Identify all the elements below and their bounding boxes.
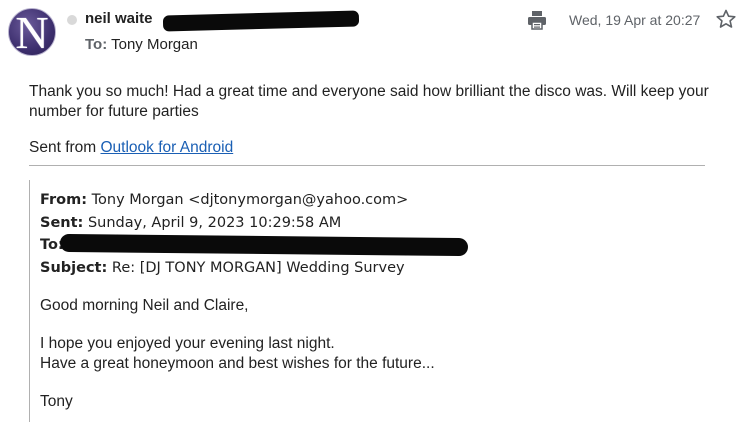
quoted-from-label: From: xyxy=(40,192,87,208)
star-icon[interactable] xyxy=(716,9,736,29)
outlook-for-android-link[interactable]: Outlook for Android xyxy=(101,139,234,156)
presence-status-dot xyxy=(67,15,77,25)
sent-from-prefix: Sent from xyxy=(29,139,101,156)
to-label: To: xyxy=(85,36,108,53)
quoted-sent-label: Sent: xyxy=(40,215,84,231)
quoted-line-1: I hope you enjoyed your evening last nig… xyxy=(40,335,335,352)
avatar-letter: N xyxy=(15,8,49,56)
sent-from-line: Sent from Outlook for Android xyxy=(29,139,233,157)
message-body: Thank you so much! Had a great time and … xyxy=(29,83,709,120)
quoted-sent-line: Sent: Sunday, April 9, 2023 10:29:58 AM xyxy=(40,215,341,231)
quoted-greeting: Good morning Neil and Claire, xyxy=(40,297,249,314)
quoted-from-value: Tony Morgan <djtonymorgan@yahoo.com> xyxy=(87,192,409,208)
quoted-sent-value: Sunday, April 9, 2023 10:29:58 AM xyxy=(83,215,342,231)
print-icon[interactable] xyxy=(527,10,547,30)
quote-border xyxy=(29,180,30,422)
sender-name[interactable]: neil waite xyxy=(85,10,153,27)
quoted-subject-line: Subject: Re: [DJ TONY MORGAN] Wedding Su… xyxy=(40,260,405,276)
reply-divider xyxy=(29,165,705,166)
quoted-signoff: Tony xyxy=(40,393,73,410)
quoted-subject-label: Subject: xyxy=(40,260,108,276)
sender-avatar[interactable]: N xyxy=(8,8,56,56)
redacted-sender-email xyxy=(162,10,360,32)
quoted-line-2: Have a great honeymoon and best wishes f… xyxy=(40,355,435,372)
recipient-name[interactable]: Tony Morgan xyxy=(111,36,198,53)
redacted-quoted-recipients xyxy=(59,233,469,257)
quoted-subject-value: Re: [DJ TONY MORGAN] Wedding Survey xyxy=(107,260,405,276)
quoted-from-line: From: Tony Morgan <djtonymorgan@yahoo.co… xyxy=(40,192,408,208)
recipient-line: To: Tony Morgan xyxy=(85,36,198,53)
message-date: Wed, 19 Apr at 20:27 xyxy=(569,12,701,28)
